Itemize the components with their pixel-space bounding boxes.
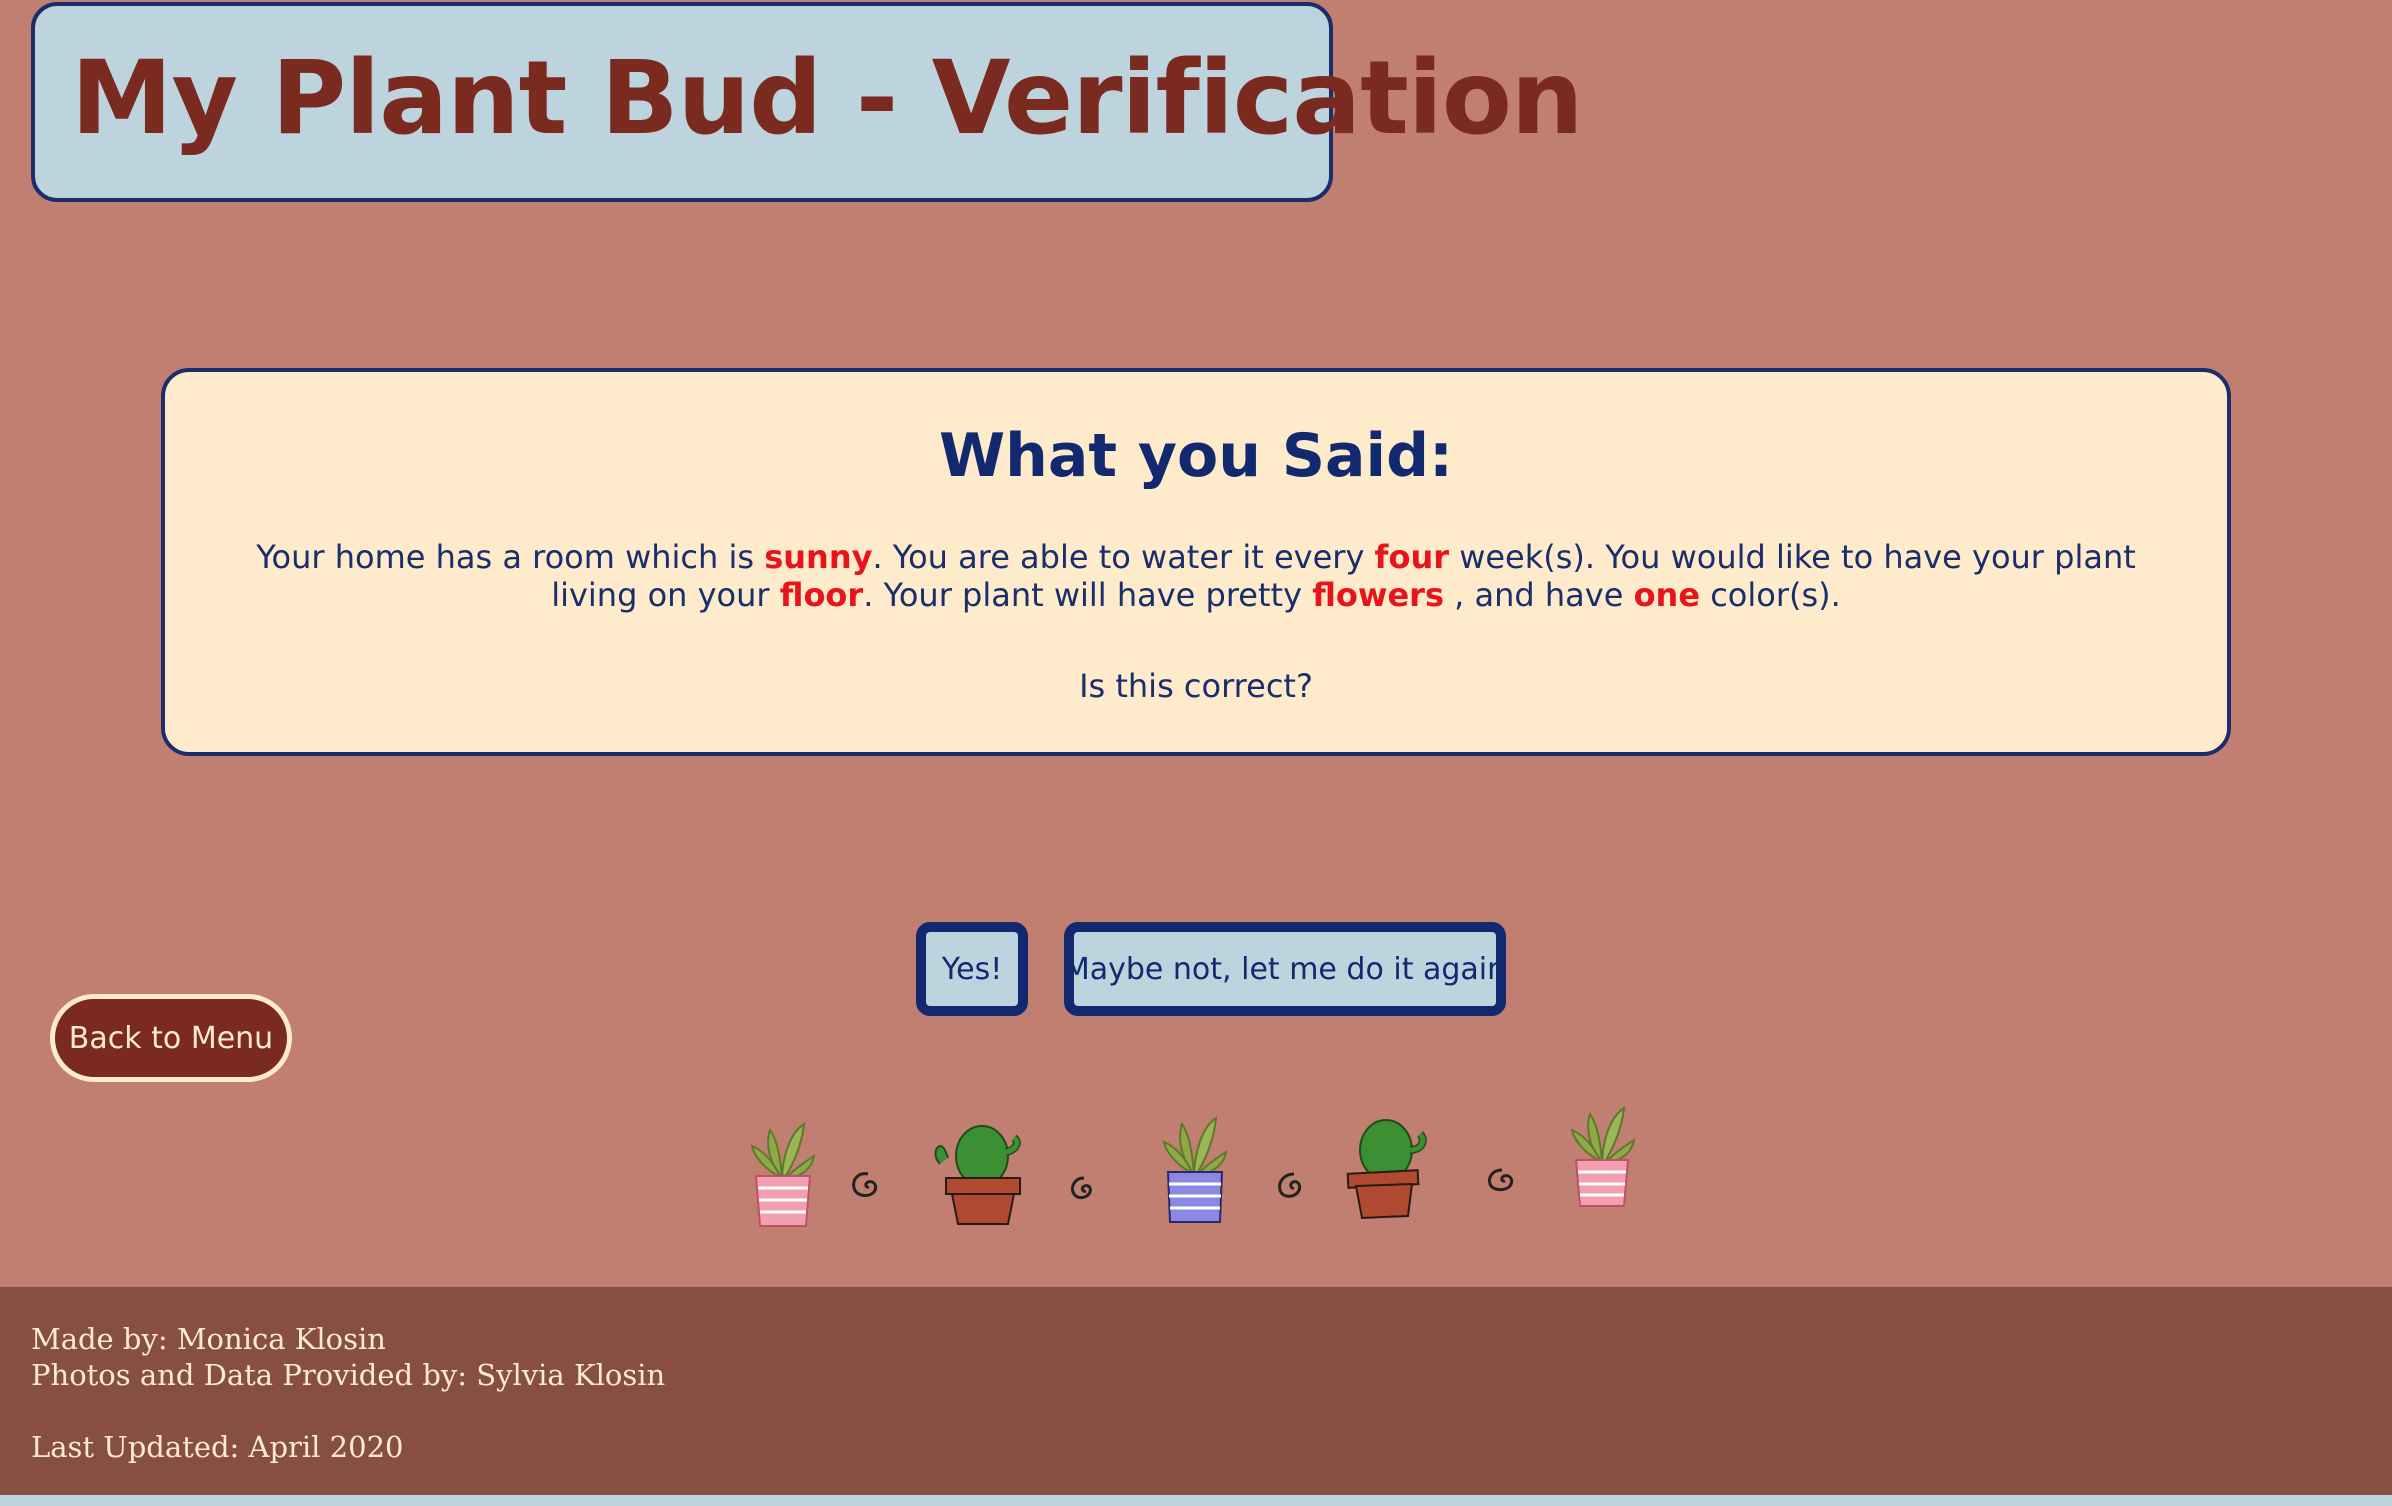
cactus-pot-icon — [934, 1125, 1021, 1225]
answer-light: sunny — [764, 538, 873, 576]
answer-location: floor — [779, 576, 864, 614]
footer-spacer — [31, 1393, 2392, 1429]
swirl-icon — [1278, 1172, 1302, 1198]
summary-card: What you Said: Your home has a room whic… — [161, 368, 2231, 756]
summary-heading: What you Said: — [938, 421, 1454, 491]
footer-last-updated: Last Updated: April 2020 — [31, 1430, 404, 1464]
sentence-text: Your home has a room which is — [256, 538, 765, 576]
footer-provided-by: Photos and Data Provided by: Sylvia Klos… — [31, 1358, 666, 1392]
swirl-icon — [1070, 1176, 1092, 1200]
back-to-menu-button[interactable]: Back to Menu — [50, 994, 292, 1082]
plant-decoration-row — [750, 1105, 1636, 1227]
swirl-icon — [1488, 1168, 1514, 1192]
sentence-text: color(s). — [1700, 576, 1841, 614]
page-title: My Plant Bud - Verification — [71, 39, 1584, 158]
sentence-text: . You are able to water it every — [872, 538, 1375, 576]
footer: Made by: Monica Klosin Photos and Data P… — [0, 1287, 2392, 1495]
yes-button[interactable]: Yes! — [916, 922, 1028, 1016]
succulent-pink-pot-icon — [1570, 1105, 1636, 1207]
succulent-pink-pot-icon — [750, 1121, 816, 1227]
answer-feature: flowers — [1312, 576, 1444, 614]
swirl-icon — [852, 1172, 878, 1197]
sentence-text: , and have — [1443, 576, 1634, 614]
summary-sentence: Your home has a room which is sunny. You… — [215, 538, 2177, 614]
header-banner: My Plant Bud - Verification — [31, 2, 1584, 202]
bottom-strip — [0, 1495, 2392, 1506]
sentence-text: . Your plant will have pretty — [863, 576, 1313, 614]
answer-colors: one — [1633, 576, 1701, 614]
cactus-pot-icon — [1346, 1119, 1427, 1220]
succulent-purple-pot-icon — [1162, 1116, 1228, 1223]
answer-water: four — [1374, 538, 1450, 576]
confirm-question: Is this correct? — [1079, 667, 1313, 705]
redo-button[interactable]: Maybe not, let me do it again — [1064, 922, 1506, 1016]
footer-made-by: Made by: Monica Klosin — [31, 1322, 386, 1356]
